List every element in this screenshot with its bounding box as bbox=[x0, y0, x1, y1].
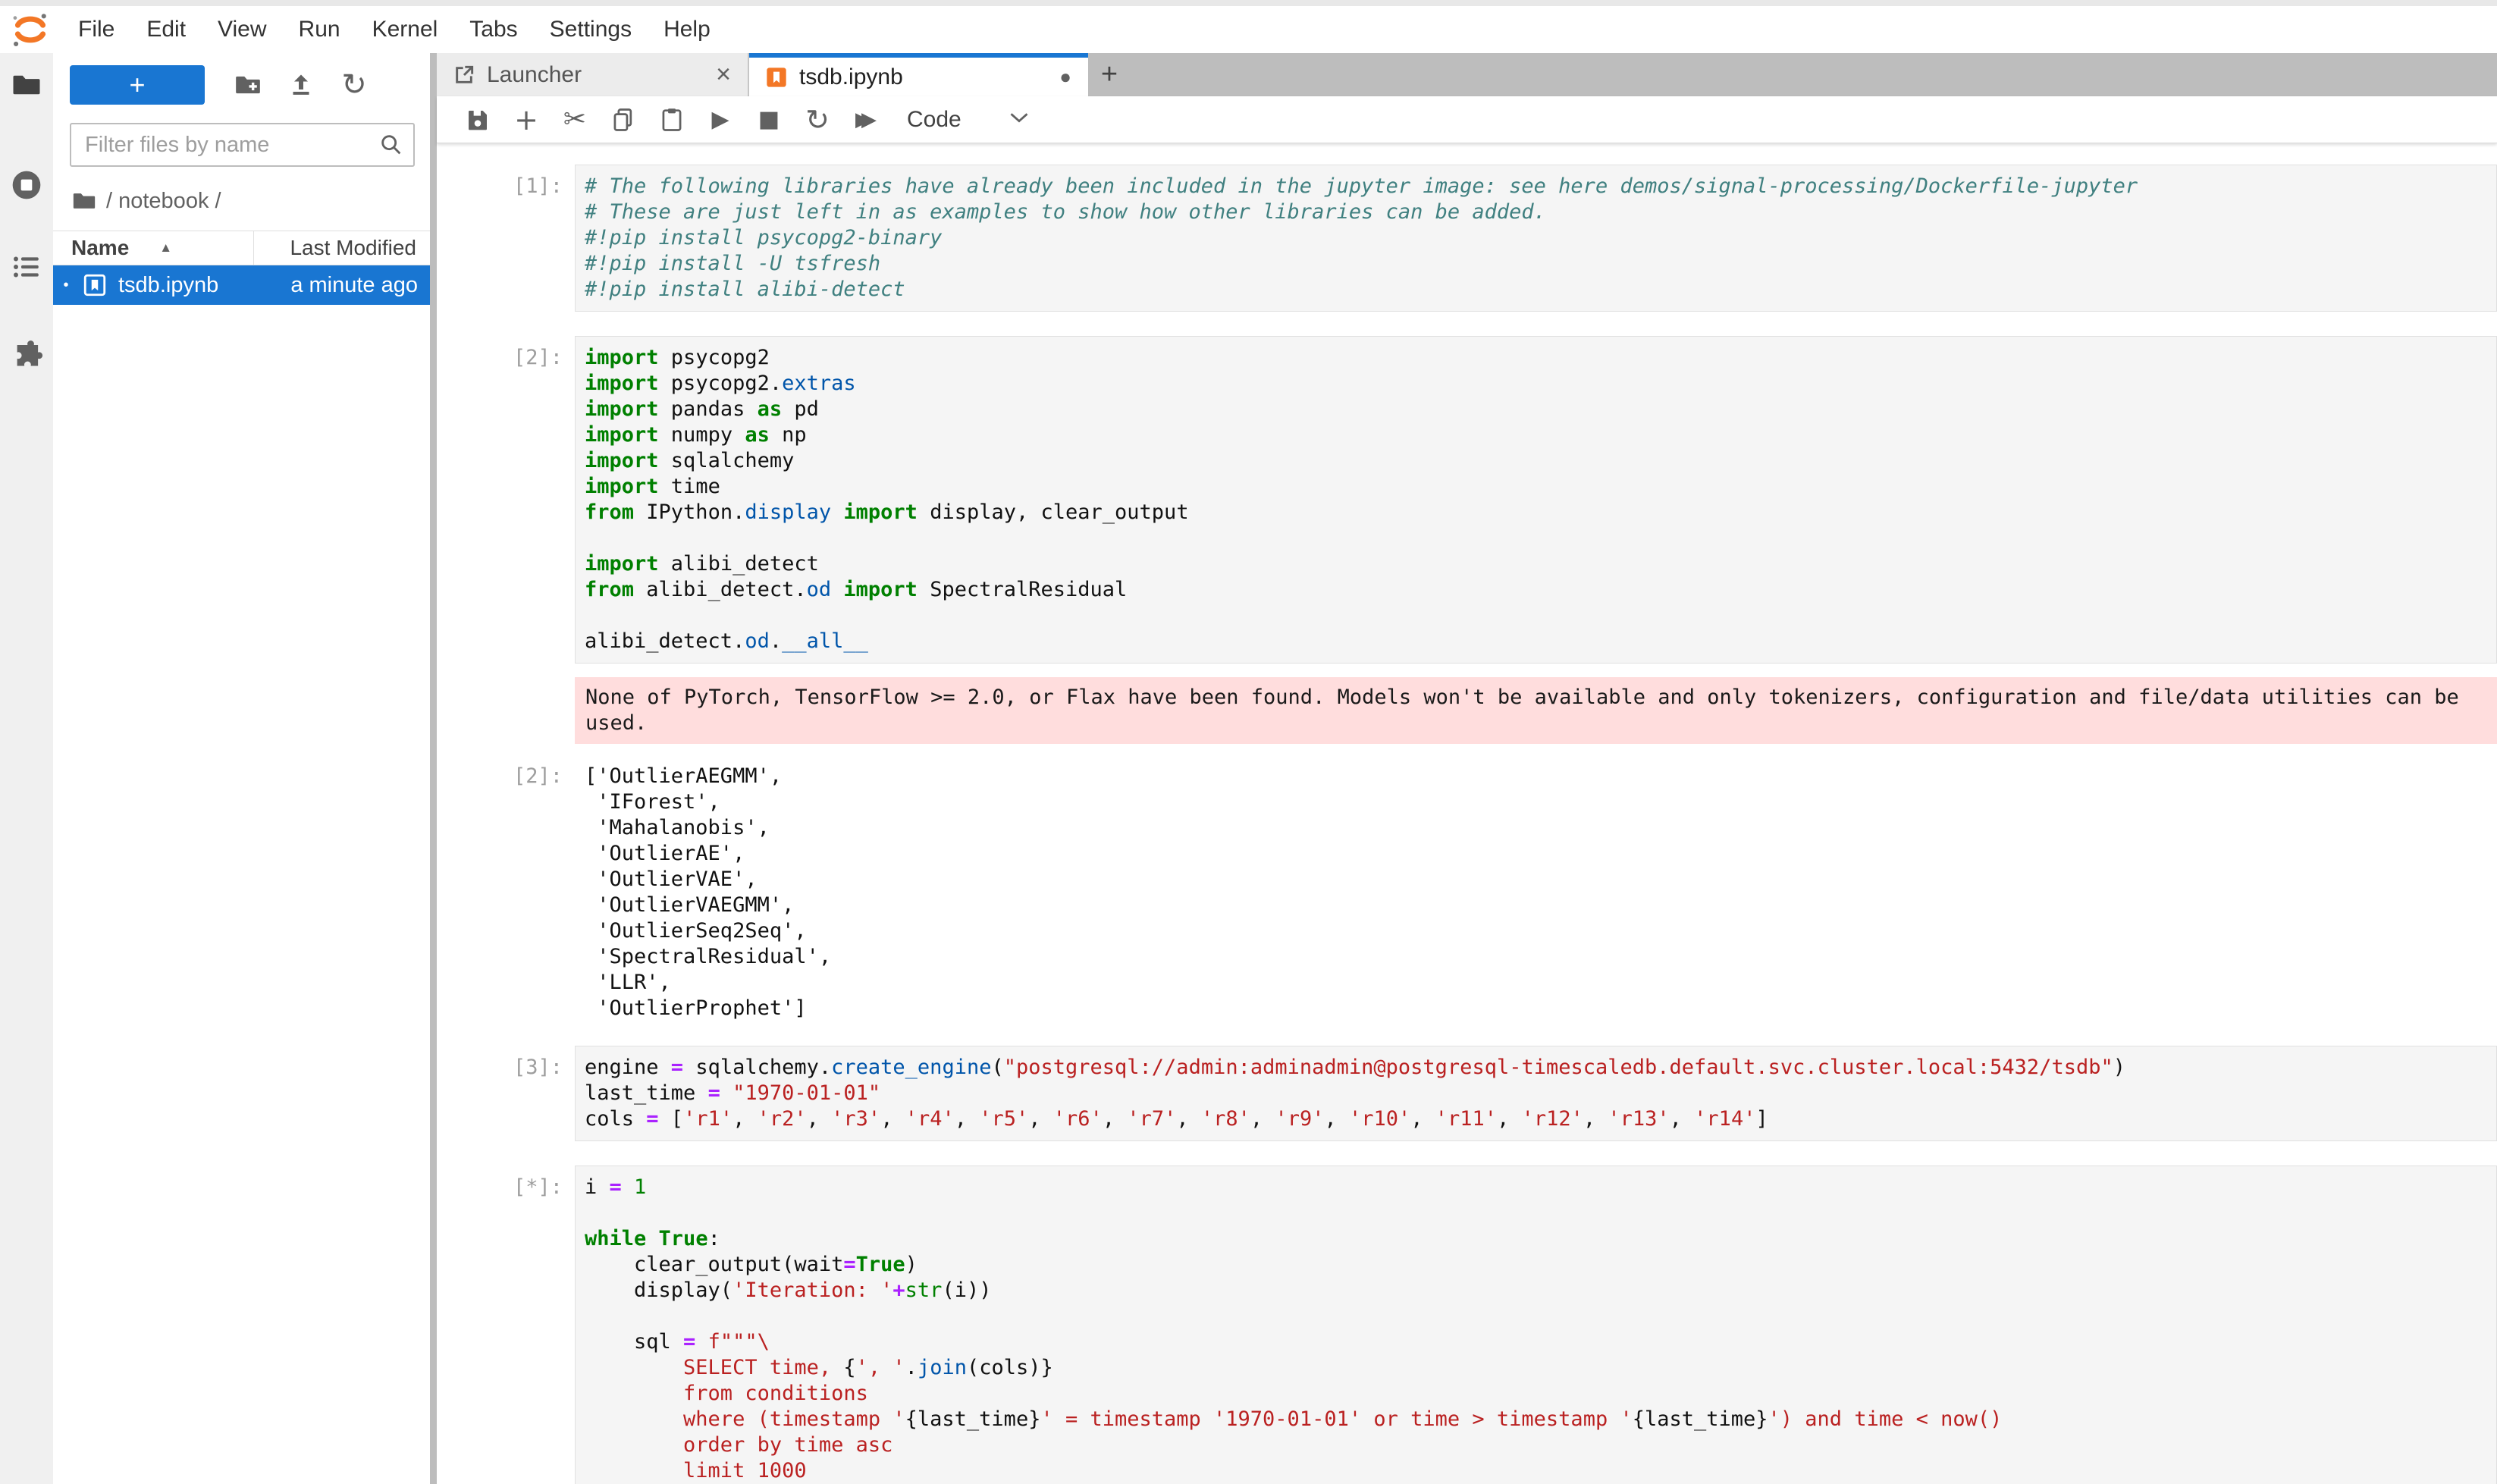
execution-prompt: [1]: bbox=[437, 165, 575, 312]
cell-editor[interactable]: engine = sqlalchemy.create_engine("postg… bbox=[575, 1046, 2497, 1141]
file-browser-tab-icon[interactable] bbox=[10, 68, 43, 102]
cut-cells-button[interactable]: ✂ bbox=[551, 102, 599, 138]
stderr-output: None of PyTorch, TensorFlow >= 2.0, or F… bbox=[575, 677, 2497, 744]
restart-kernel-button[interactable]: ↻ bbox=[793, 102, 842, 138]
file-list-header: Name ▲ Last Modified bbox=[53, 231, 430, 265]
unsaved-changes-dot: ● bbox=[1056, 65, 1074, 89]
jupyter-logo-icon bbox=[11, 10, 50, 49]
running-kernel-dot: • bbox=[53, 277, 73, 294]
output-prompt: [2]: bbox=[437, 755, 575, 1021]
running-sessions-tab-icon[interactable] bbox=[10, 168, 43, 202]
restart-run-all-button[interactable]: ▶▶ bbox=[842, 102, 890, 138]
column-header-name[interactable]: Name ▲ bbox=[53, 231, 254, 265]
paste-cells-button[interactable] bbox=[648, 102, 696, 138]
filter-files-input[interactable] bbox=[70, 123, 415, 167]
new-tab-button[interactable]: + bbox=[1088, 53, 1131, 96]
cell-type-dropdown[interactable]: Code bbox=[907, 107, 961, 133]
column-header-last-modified[interactable]: Last Modified bbox=[254, 236, 430, 260]
home-folder-icon[interactable] bbox=[71, 188, 97, 214]
tab-label[interactable]: tsdb.ipynb bbox=[789, 64, 1056, 90]
panel-resize-handle[interactable] bbox=[430, 53, 437, 1484]
cell-input-row: [3]:engine = sqlalchemy.create_engine("p… bbox=[437, 1046, 2497, 1141]
search-icon bbox=[378, 132, 404, 162]
insert-cell-button[interactable]: + bbox=[502, 102, 551, 138]
menu-item-settings[interactable]: Settings bbox=[534, 9, 648, 50]
cell-input-row: [2]:import psycopg2import psycopg2.extra… bbox=[437, 336, 2497, 664]
document-tab-bar: Launcher × tsdb.ipynb ● + bbox=[437, 53, 2497, 96]
menu-item-tabs[interactable]: Tabs bbox=[453, 9, 533, 50]
notebook-scroll-area[interactable]: [1]:# The following libraries have alrea… bbox=[437, 143, 2497, 1484]
main-menubar: File Edit View Run Kernel Tabs Settings … bbox=[0, 6, 2497, 53]
copy-cells-button[interactable] bbox=[599, 102, 648, 138]
code-cell[interactable]: [*]:i = 1 while True: clear_output(wait=… bbox=[437, 1166, 2497, 1484]
file-browser-toolbar: + ↻ bbox=[53, 53, 430, 115]
breadcrumb-path[interactable]: / notebook / bbox=[106, 189, 221, 214]
execute-result: ['OutlierAEGMM', 'IForest', 'Mahalanobis… bbox=[575, 755, 2497, 1021]
main-work-area: Launcher × tsdb.ipynb ● + + bbox=[437, 53, 2497, 1484]
execution-prompt: [*]: bbox=[437, 1166, 575, 1484]
table-of-contents-tab-icon[interactable] bbox=[10, 250, 43, 284]
new-folder-button[interactable] bbox=[221, 65, 274, 105]
chevron-down-icon[interactable] bbox=[1009, 111, 1030, 128]
menu-item-view[interactable]: View bbox=[202, 9, 282, 50]
menu-item-run[interactable]: Run bbox=[283, 9, 356, 50]
code-cell[interactable]: [2]:import psycopg2import psycopg2.extra… bbox=[437, 336, 2497, 1021]
filter-files-box bbox=[70, 123, 415, 167]
tab-launcher[interactable]: Launcher × bbox=[437, 53, 749, 96]
cell-output-row: [2]:['OutlierAEGMM', 'IForest', 'Mahalan… bbox=[437, 755, 2497, 1021]
menu-item-kernel[interactable]: Kernel bbox=[356, 9, 454, 50]
upload-files-button[interactable] bbox=[274, 65, 328, 105]
jupyterlab-window: File Edit View Run Kernel Tabs Settings … bbox=[0, 0, 2497, 1484]
cell-list: [1]:# The following libraries have alrea… bbox=[437, 165, 2497, 1484]
interrupt-kernel-button[interactable]: ■ bbox=[745, 102, 793, 138]
cell-editor[interactable]: # The following libraries have already b… bbox=[575, 165, 2497, 312]
execution-prompt: [2]: bbox=[437, 336, 575, 664]
menu-item-edit[interactable]: Edit bbox=[130, 9, 202, 50]
cell-input-row: [*]:i = 1 while True: clear_output(wait=… bbox=[437, 1166, 2497, 1484]
notebook-file-icon bbox=[82, 272, 108, 298]
tab-tsdb-ipynb[interactable]: tsdb.ipynb ● bbox=[749, 53, 1088, 96]
notebook-file-icon bbox=[764, 65, 789, 89]
cell-editor[interactable]: import psycopg2import psycopg2.extrasimp… bbox=[575, 336, 2497, 664]
tab-label[interactable]: Launcher bbox=[476, 62, 713, 88]
save-button[interactable] bbox=[453, 102, 502, 138]
file-name: tsdb.ipynb bbox=[118, 273, 218, 298]
code-cell[interactable]: [3]:engine = sqlalchemy.create_engine("p… bbox=[437, 1046, 2497, 1141]
launcher-icon bbox=[452, 63, 476, 87]
window-top-strip bbox=[0, 0, 2497, 6]
extensions-puzzle-icon[interactable] bbox=[10, 337, 43, 370]
code-cell[interactable]: [1]:# The following libraries have alrea… bbox=[437, 165, 2497, 312]
cell-input-row: [1]:# The following libraries have alrea… bbox=[437, 165, 2497, 312]
menu-item-help[interactable]: Help bbox=[648, 9, 726, 50]
run-cell-button[interactable]: ▶ bbox=[696, 102, 745, 138]
new-launcher-button[interactable]: + bbox=[70, 65, 205, 105]
file-browser-panel: + ↻ / notebook / bbox=[53, 53, 430, 1484]
breadcrumb[interactable]: / notebook / bbox=[53, 167, 430, 231]
cell-editor[interactable]: i = 1 while True: clear_output(wait=True… bbox=[575, 1166, 2497, 1484]
file-row-tsdb-ipynb[interactable]: • tsdb.ipynb a minute ago bbox=[53, 265, 430, 305]
close-tab-icon[interactable]: × bbox=[713, 60, 734, 89]
sort-ascending-icon: ▲ bbox=[159, 240, 172, 256]
notebook-toolbar: + ✂ ▶ ■ ↻ ▶▶ Code bbox=[437, 96, 2497, 143]
refresh-file-list-button[interactable]: ↻ bbox=[328, 65, 381, 105]
execution-prompt: [3]: bbox=[437, 1046, 575, 1141]
left-activity-bar bbox=[0, 53, 53, 1484]
file-modified: a minute ago bbox=[290, 273, 430, 298]
menu-item-file[interactable]: File bbox=[62, 9, 130, 50]
